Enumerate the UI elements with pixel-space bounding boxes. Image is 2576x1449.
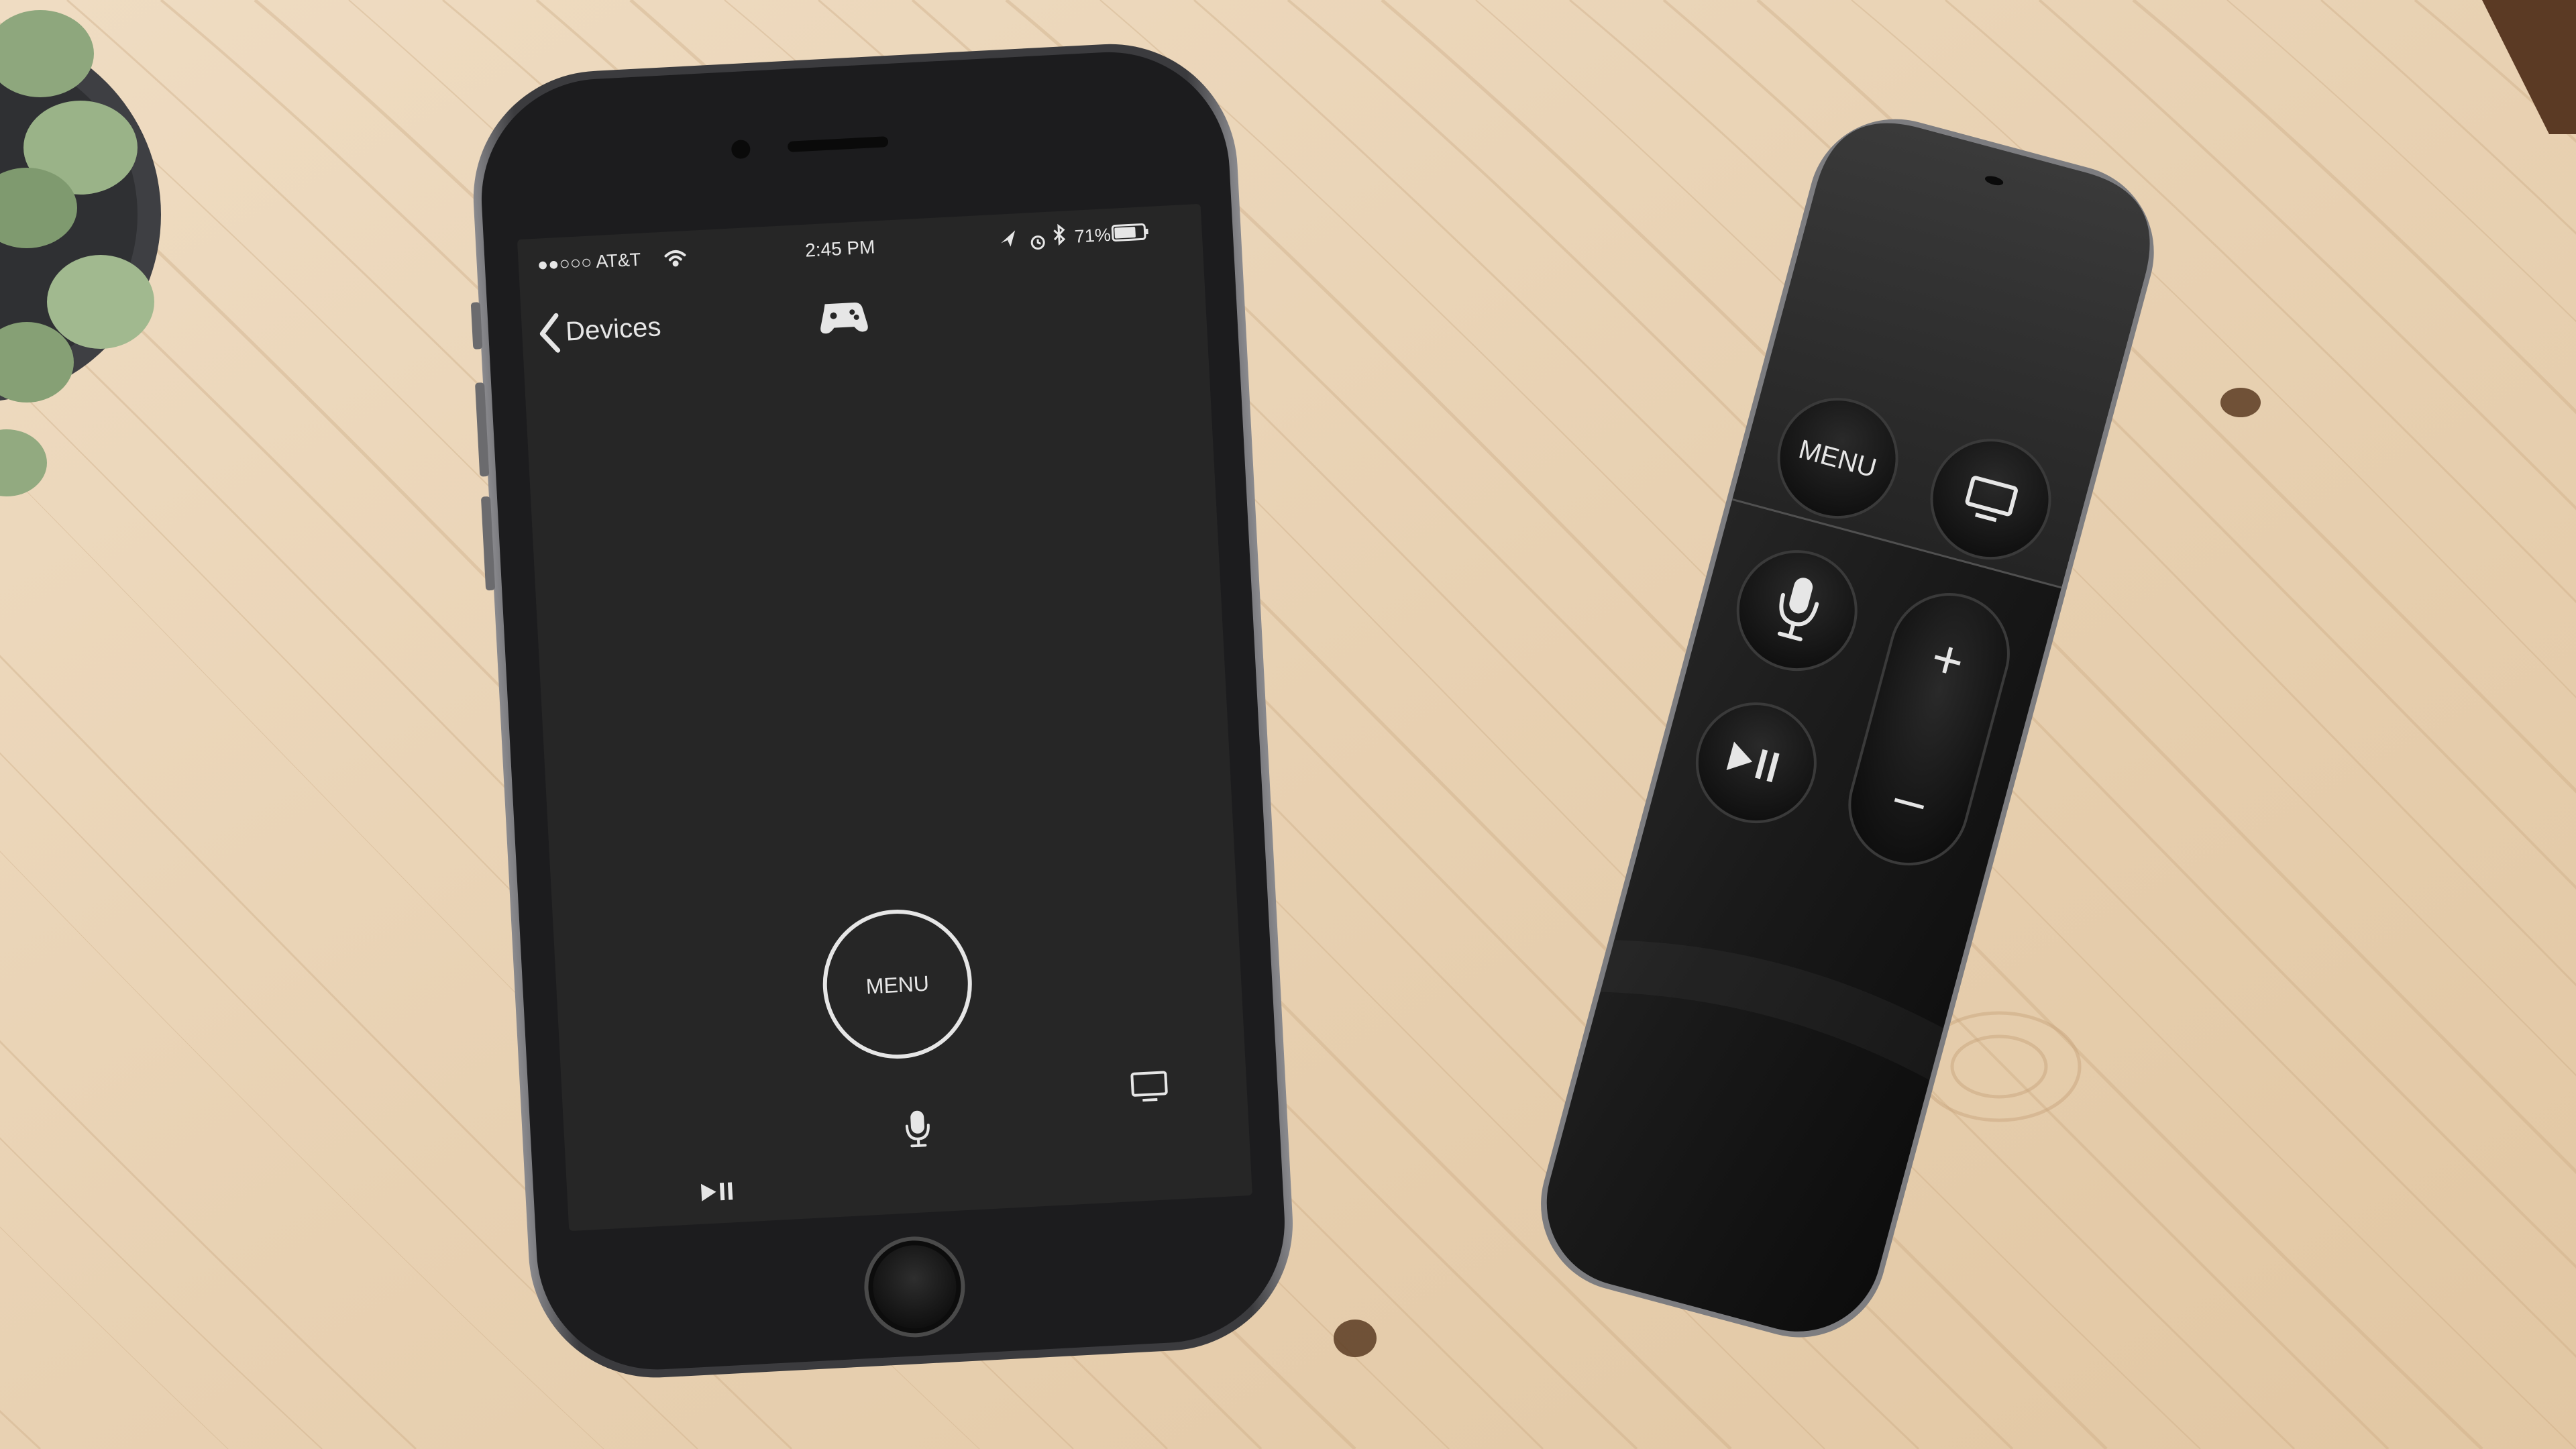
iphone: ●●○○○ AT&T 2:45 PM 71% Devices MENU: [470, 44, 1293, 1378]
scene-svg: ●●○○○ AT&T 2:45 PM 71% Devices MENU MENU…: [0, 0, 2576, 1449]
wood-knot: [1334, 1320, 1377, 1357]
status-time: 2:45 PM: [804, 236, 875, 260]
battery-percent: 71%: [1074, 225, 1112, 247]
back-label: Devices: [565, 312, 661, 346]
photo-scene: ●●○○○ AT&T 2:45 PM 71% Devices MENU MENU…: [0, 0, 2576, 1449]
home-button[interactable]: [864, 1236, 965, 1338]
menu-label: MENU: [865, 971, 930, 999]
wood-knot: [2220, 388, 2261, 417]
touch-surface[interactable]: [525, 358, 1234, 876]
